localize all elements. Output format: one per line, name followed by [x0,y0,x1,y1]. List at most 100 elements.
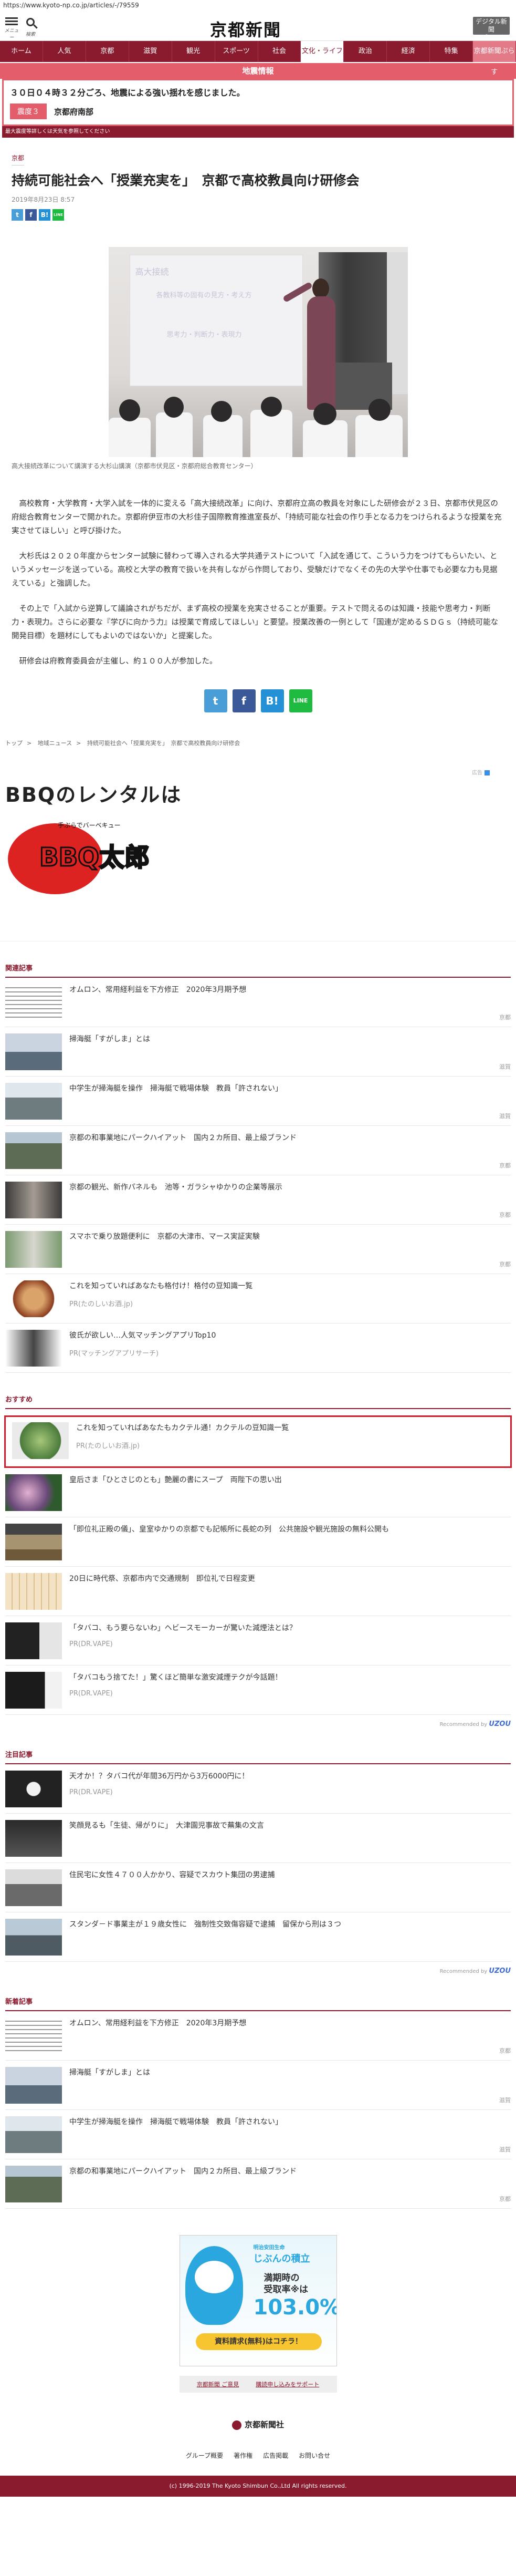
section-heading: 関連記事 [5,963,511,978]
list-item[interactable]: 京都の和事業地にパークハイアット 国内２カ所目、最上級ブランド 京都 [5,1126,511,1175]
section-heading: 注目記事 [5,1749,511,1764]
menu-button[interactable]: メニュー [4,16,19,40]
recommend-list: これを知っていればあなたもカクテル通！カクテルの豆知識一覧 PR(たのしいお酒.j… [4,1415,512,1715]
list-item[interactable]: スマホで乗り放題便利に 京都の大津市、マース実証実験 京都 [5,1225,511,1274]
footer-logo[interactable]: 京都新聞社 [0,2419,516,2430]
article-category[interactable]: 京都 [12,153,25,165]
related-list: オムロン、常用経利益を下方修正 2020年3月期予想 京都 掃海艇「すがしま」とは… [5,978,511,1373]
attention-list: 天才か！？タバコ代が年間36万円から3万6000円に！ PR(DR.VAPE) 笑… [5,1764,511,1962]
thumbnail [5,1524,62,1560]
nav-item-plus[interactable]: 京都新聞ぷらす [473,41,516,76]
list-item[interactable]: オムロン、常用経利益を下方修正 2020年3月期予想 京都 [5,2011,511,2061]
footer-link[interactable]: お問い合せ [299,2451,330,2460]
list-item-highlighted[interactable]: これを知っていればあなたもカクテル通！カクテルの豆知識一覧 PR(たのしいお酒.j… [4,1415,512,1468]
nav-item-tourism[interactable]: 観光 [172,41,215,62]
thumbnail [5,1083,62,1120]
digital-print-button[interactable]: デジタル新聞 &プリント [473,17,510,41]
menu-label: メニュー [4,28,19,40]
breadcrumb: トップ > 地域ニュース > 持続可能社会へ「授業充実を」 京都で高校教員向け研修会 [5,740,240,747]
facebook-share-icon[interactable]: f [232,689,256,712]
list-item[interactable]: 「タバコもう捨てた！」驚くほど簡単な激安減煙テクが今話題！ PR(DR.VAPE) [5,1665,511,1715]
alert-note: 最大震度等詳しくは天気を参照してください [2,126,514,138]
thumbnail [5,1869,62,1906]
list-item[interactable]: 20日に時代祭、京都市内で交通規制 即位礼で日程変更 [5,1567,511,1616]
list-item[interactable]: 笑顔見るも「生徒、帰がりに」 大津園児事故で蕪集の文言 [5,1814,511,1863]
list-item[interactable]: 京都の観光、新作パネルも 池等・ガラシャゆかりの企業等展示 京都 [5,1175,511,1225]
main-nav: ホーム 人気 京都 滋賀 観光 スポーツ 社会 文化・ライフ 政治 経済 特集 … [0,41,516,76]
footer-link[interactable]: 広告掲載 [263,2451,288,2460]
attention-section: 注目記事 天才か！？タバコ代が年間36万円から3万6000円に！ PR(DR.VA… [0,1749,516,1975]
list-item[interactable]: 彼氏が欲しい…人気マッチングアプリTop10 PR(マッチングアプリサーチ) [5,1323,511,1373]
section-heading: おすすめ [5,1394,511,1409]
line-share-icon[interactable]: LINE [289,689,312,712]
alert-title: ３０日０４時３２分ごろ、地震による強い揺れを感じました。 [10,88,245,98]
print-label-2: &プリント [476,34,507,41]
thumbnail [5,1474,62,1511]
list-item[interactable]: これを知っていればあなたも格付け！格付の豆知識一覧 PR(たのしいお酒.jp) [5,1274,511,1323]
ad-brand: じぶんの積立 [253,2253,310,2264]
nav-item-home[interactable]: ホーム [0,41,43,62]
screen-text-1: 高大接続 [135,267,169,277]
footer-link[interactable]: 著作権 [234,2451,252,2460]
nav-item-shiga[interactable]: 滋賀 [129,41,172,62]
nav-item-kyoto[interactable]: 京都 [86,41,129,62]
twitter-share-icon[interactable]: t [12,209,23,221]
copyright: (c) 1996-2019 The Kyoto Shimbun Co.,Ltd … [0,2476,516,2497]
projector-screen: 高大接続 各教科等の固有の見方・考え方 思考力・判断力・表現力 [129,255,303,386]
thumbnail [5,1622,62,1659]
list-item[interactable]: 中学生が掃海艇を操作 掃海艇で戦場体験 教員「許されない」 滋賀 [5,1077,511,1126]
list-item[interactable]: スタンダ－ド事業主が１９歳女性に 強制性交致傷容疑で逮捕 留保から刑は３つ [5,1912,511,1962]
list-item[interactable]: 住民宅に女性４７００人かかり、容疑でスカウト集団の男逮捕 [5,1863,511,1912]
uzou-credit: Recommended by UZOU [439,1967,511,1975]
list-item[interactable]: オムロン、常用経利益を下方修正 2020年3月期予想 京都 [5,978,511,1027]
breadcrumb-local[interactable]: 地域ニュース [38,740,72,747]
alert-heading: 地震情報 [0,63,516,79]
footer-links: グループ概要 著作権 広告掲載 お問い合せ [0,2451,516,2460]
earthquake-alert[interactable]: ３０日０４時３２分ごろ、地震による強い揺れを感じました。 震度３ 京都府南部 [2,79,514,126]
nav-item-society[interactable]: 社会 [258,41,301,62]
intensity-badge: 震度３ [10,104,47,119]
list-item[interactable]: 皇后さま「ひとさじのとも」艶麗の書にスープ 両陛下の思い出 [5,1468,511,1517]
list-item[interactable]: 天才か！？タバコ代が年間36万円から3万6000円に！ PR(DR.VAPE) [5,1764,511,1814]
site-logo[interactable]: 京都新聞 [210,17,281,41]
search-label: 検索 [25,32,35,37]
thumbnail [5,1231,62,1268]
thumbnail [5,2018,62,2054]
article-date: 2019年8月23日 8:57 [12,196,75,203]
line-share-icon[interactable]: LINE [52,209,64,221]
nav-item-feature[interactable]: 特集 [430,41,473,62]
ad-tag: 広告 [472,768,490,776]
subscribe-support-link[interactable]: 購読申し込みをサポート [256,2380,319,2388]
ad-cta-button[interactable]: 資料請求(無料)はコチラ！ [195,2333,322,2350]
article-paragraph: その上で「入試から逆算して議論されがちだが、まず高校の授業を充実させることが重要… [12,605,499,640]
search-icon [26,18,35,26]
nav-item-sports[interactable]: スポーツ [215,41,258,62]
url-bar[interactable]: https://www.kyoto-np.co.jp/articles/-/79… [0,0,516,11]
thumbnail [5,1672,62,1709]
list-item[interactable]: 中学生が掃海艇を操作 掃海艇で戦場体験 教員「許されない」 滋賀 [5,2110,511,2159]
list-item[interactable]: 「タバコ、もう要らないわ」ヘビースモーカーが驚いた減煙法とは？ PR(DR.VAP… [5,1616,511,1665]
list-item[interactable]: 京都の和事業地にパークハイアット 国内２カ所目、最上級ブランド 京都 [5,2159,511,2209]
hatena-share-icon[interactable]: B! [39,209,50,221]
footer-link[interactable]: グループ概要 [186,2451,223,2460]
ad-insurance-banner[interactable]: 明治安田生命 じぶんの積立 満期時の 受取率※は 103.0% 資料請求(無料)… [179,2235,337,2366]
nav-item-politics[interactable]: 政治 [344,41,387,62]
nav-item-culture[interactable]: 文化・ライフ [301,41,344,62]
screen-text-2: 各教科等の固有の見方・考え方 [156,292,252,299]
thumbnail [5,2166,62,2202]
list-item[interactable]: 掃海艇「すがしま」とは 滋賀 [5,1027,511,1077]
facebook-share-icon[interactable]: f [25,209,37,221]
ad-bbq-banner[interactable]: 広告 BBQのレンタルは 手ぶらでバーベキュー BBQ太郎 [0,768,516,942]
search-button[interactable]: 検索 [23,16,38,37]
thumbnail [5,984,62,1021]
list-item[interactable]: 「即位礼正殿の儀」、皇室ゆかりの京都でも記帳所に長蛇の列 公共施設や観光施設の無… [5,1517,511,1567]
nav-item-popular[interactable]: 人気 [43,41,86,62]
breadcrumb-current: 持続可能社会へ「授業充実を」 京都で高校教員向け研修会 [87,740,240,747]
twitter-share-icon[interactable]: t [204,689,227,712]
feedback-link[interactable]: 京都新聞 ご意見 [197,2380,239,2388]
breadcrumb-top[interactable]: トップ [5,740,23,747]
nav-item-economy[interactable]: 経済 [387,41,430,62]
hatena-share-icon[interactable]: B! [260,689,284,712]
list-item[interactable]: 掃海艇「すがしま」とは 滋賀 [5,2061,511,2110]
article-paragraph: 大杉氏は２０２０年度からセンター試験に替わって導入される大学共通テストについて「… [12,552,498,588]
